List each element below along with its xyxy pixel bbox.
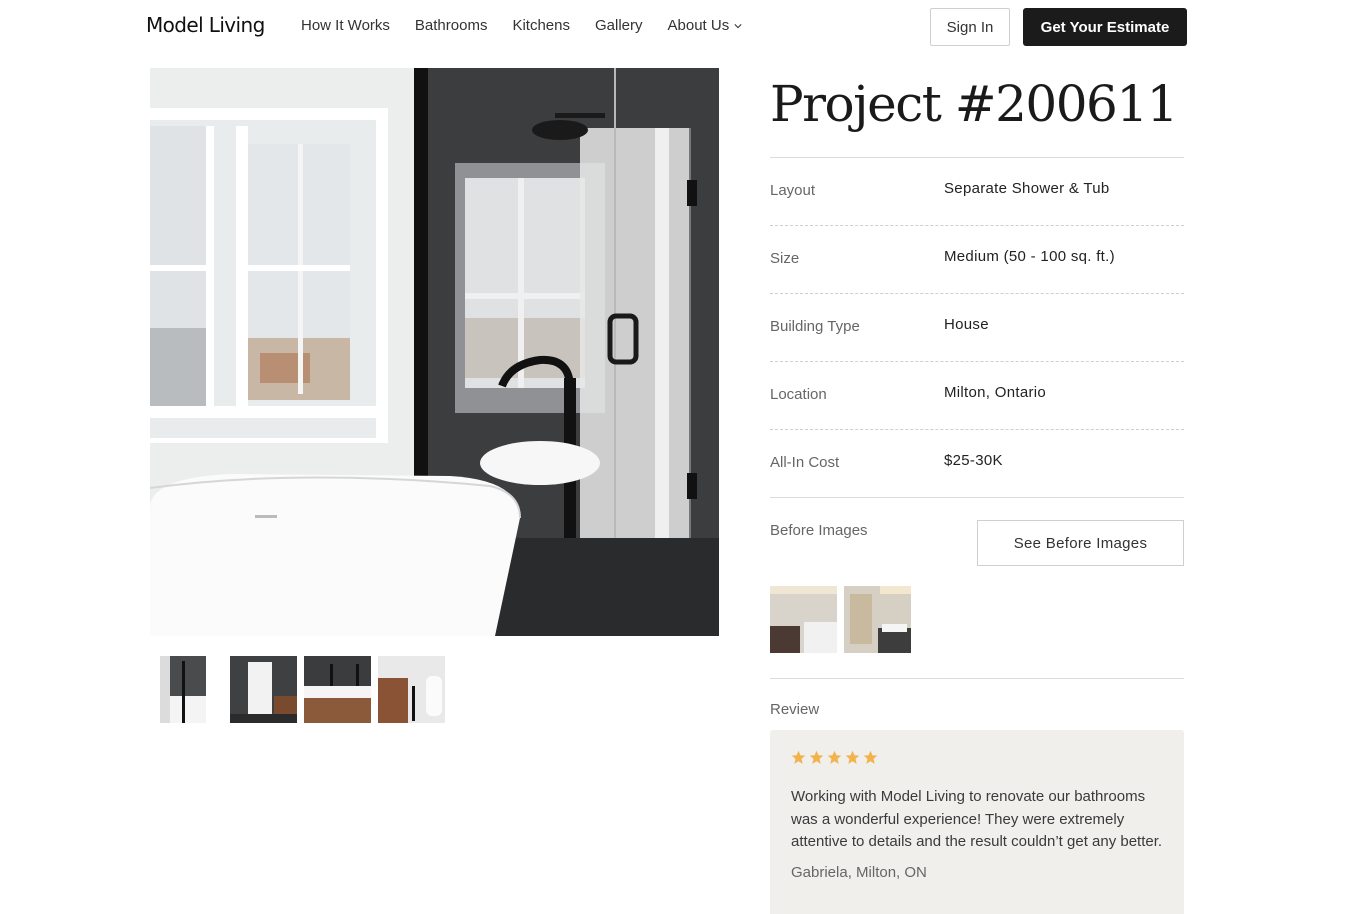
spec-value: House — [944, 316, 989, 333]
spec-value: $25-30K — [944, 452, 1003, 469]
thumbnail-3[interactable] — [304, 656, 371, 723]
spec-row-building-type: Building Type House — [770, 294, 1184, 362]
spec-label: Layout — [770, 182, 816, 199]
spec-label: Location — [770, 386, 827, 403]
star-icon — [791, 750, 806, 764]
review-author: Gabriela, Milton, ON — [791, 863, 927, 881]
star-icon — [845, 750, 860, 764]
chevron-down-icon — [734, 23, 742, 28]
project-details-panel: Project #200611 Layout Separate Shower &… — [770, 68, 1184, 914]
site-logo[interactable]: Model Living — [146, 13, 265, 37]
spec-value: Separate Shower & Tub — [944, 180, 1110, 197]
nav-link-about-us[interactable]: About Us — [668, 17, 743, 34]
before-images-section: Before Images See Before Images — [770, 498, 1184, 679]
main-project-photo[interactable] — [150, 68, 719, 636]
thumbnail-1[interactable] — [160, 656, 206, 723]
thumbnail-2[interactable] — [230, 656, 297, 723]
spec-row-layout: Layout Separate Shower & Tub — [770, 158, 1184, 226]
rating-stars — [791, 750, 1163, 768]
before-thumbnails — [770, 586, 911, 653]
spec-label: Size — [770, 250, 800, 267]
photo-thumbnails — [160, 656, 445, 723]
see-before-images-button[interactable]: See Before Images — [977, 520, 1184, 566]
spec-value: Medium (50 - 100 sq. ft.) — [944, 248, 1115, 265]
spec-row-cost: All-In Cost $25-30K — [770, 430, 1184, 498]
spec-row-location: Location Milton, Ontario — [770, 362, 1184, 430]
review-card: Working with Model Living to renovate ou… — [770, 730, 1184, 914]
review-text: Working with Model Living to renovate ou… — [791, 788, 1163, 850]
star-icon — [863, 750, 878, 764]
sign-in-button[interactable]: Sign In — [930, 8, 1010, 46]
nav-link-kitchens[interactable]: Kitchens — [512, 17, 570, 34]
top-navigation: Model Living How It Works Bathrooms Kitc… — [0, 0, 1354, 54]
review-label: Review — [770, 701, 820, 718]
before-images-label: Before Images — [770, 522, 868, 539]
thumbnail-4[interactable] — [378, 656, 445, 723]
bathroom-photo — [150, 68, 719, 636]
nav-link-how-it-works[interactable]: How It Works — [301, 17, 390, 34]
nav-link-gallery[interactable]: Gallery — [595, 17, 643, 34]
spec-row-size: Size Medium (50 - 100 sq. ft.) — [770, 226, 1184, 294]
spec-label: All-In Cost — [770, 454, 840, 471]
get-estimate-button[interactable]: Get Your Estimate — [1023, 8, 1187, 46]
spec-label: Building Type — [770, 318, 860, 335]
spec-value: Milton, Ontario — [944, 384, 1047, 401]
star-icon — [809, 750, 824, 764]
before-thumbnail-2[interactable] — [844, 586, 911, 653]
nav-link-bathrooms[interactable]: Bathrooms — [415, 17, 488, 34]
star-icon — [827, 750, 842, 764]
nav-links: How It Works Bathrooms Kitchens Gallery … — [301, 17, 767, 34]
before-thumbnail-1[interactable] — [770, 586, 837, 653]
nav-link-about-us-label: About Us — [667, 17, 730, 34]
project-title: Project #200611 — [770, 75, 1179, 133]
